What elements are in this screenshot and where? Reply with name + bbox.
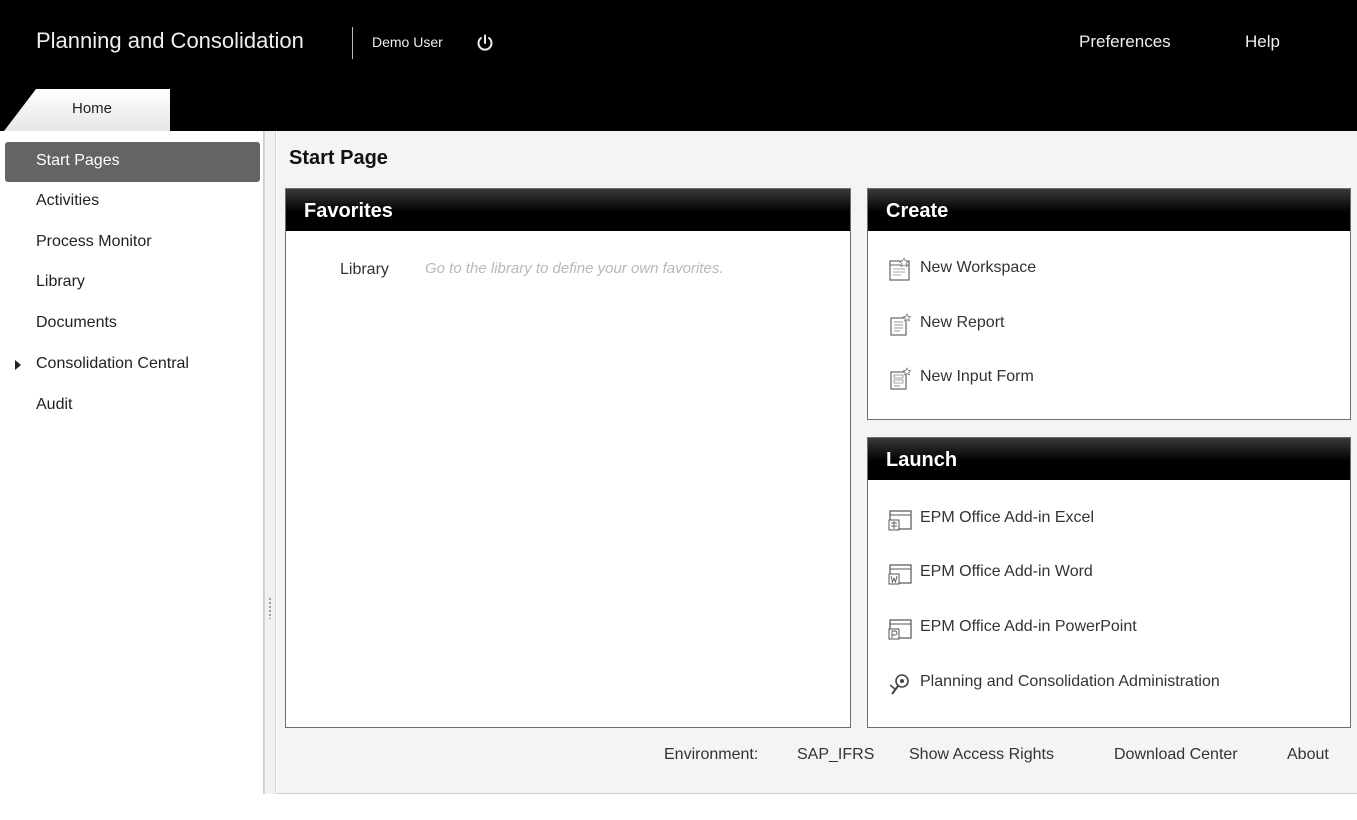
sidebar-item-label: Documents (36, 314, 117, 331)
title-divider (352, 27, 353, 59)
new-report-label: New Report (920, 314, 1005, 331)
new-workspace-label: New Workspace (920, 259, 1037, 276)
page-title: Start Page (289, 147, 388, 169)
power-icon[interactable] (475, 33, 495, 53)
sidebar-item-audit[interactable]: Audit (5, 386, 260, 426)
create-header: Create (868, 189, 1350, 231)
help-link[interactable]: Help (1245, 32, 1280, 52)
tab-home[interactable]: Home (4, 88, 170, 131)
splitter-grip-icon[interactable] (268, 597, 272, 619)
favorites-title: Favorites (304, 200, 393, 222)
sidebar-item-library[interactable]: Library (5, 263, 260, 303)
environment-value-link[interactable]: SAP_IFRS (797, 746, 874, 764)
word-addin-label: EPM Office Add-in Word (920, 563, 1093, 580)
sidebar-item-activities[interactable]: Activities (5, 182, 260, 222)
main-content: Start Page Favorites Library Go to the l… (277, 131, 1357, 794)
show-access-rights-link[interactable]: Show Access Rights (909, 746, 1054, 764)
sidebar-item-consolidation-central[interactable]: Consolidation Central (5, 345, 260, 385)
sidebar-item-start-pages[interactable]: Start Pages (5, 142, 260, 182)
sidebar-item-label: Audit (36, 396, 73, 413)
favorites-hint: Go to the library to define your own fav… (425, 260, 724, 277)
report-icon (887, 312, 913, 338)
powerpoint-addin-label: EPM Office Add-in PowerPoint (920, 618, 1137, 635)
workspace-icon (887, 257, 913, 283)
create-title: Create (886, 200, 949, 222)
expand-arrow-icon[interactable] (15, 360, 21, 370)
sidebar-item-label: Start Pages (36, 152, 120, 169)
word-addin-icon (887, 561, 913, 587)
sidebar: Start Pages Activities Process Monitor L… (0, 131, 264, 794)
create-panel: Create New Workspace New Report New Inpu… (867, 188, 1351, 420)
app-title: Planning and Consolidation (36, 28, 304, 53)
about-link[interactable]: About (1287, 746, 1329, 764)
administration-label: Planning and Consolidation Administratio… (920, 673, 1220, 690)
sidebar-item-process-monitor[interactable]: Process Monitor (5, 223, 260, 263)
preferences-link[interactable]: Preferences (1079, 32, 1171, 52)
favorites-panel: Favorites Library Go to the library to d… (285, 188, 851, 728)
launch-title: Launch (886, 449, 958, 471)
panel-splitter[interactable] (264, 131, 276, 794)
excel-addin-icon (887, 507, 913, 533)
download-center-link[interactable]: Download Center (1114, 746, 1238, 764)
new-input-form-label: New Input Form (920, 368, 1034, 385)
environment-label: Environment: (664, 746, 759, 763)
sidebar-item-label: Library (36, 273, 85, 290)
powerpoint-addin-icon (887, 616, 913, 642)
sidebar-item-label: Activities (36, 192, 100, 209)
user-name: Demo User (372, 34, 443, 50)
tab-home-label: Home (71, 100, 112, 117)
admin-icon (887, 671, 913, 697)
sidebar-item-label: Process Monitor (36, 233, 152, 250)
launch-header: Launch (868, 438, 1350, 480)
excel-addin-label: EPM Office Add-in Excel (920, 509, 1094, 526)
favorites-library-label: Library (340, 261, 389, 278)
sidebar-item-label: Consolidation Central (36, 355, 189, 372)
favorites-header: Favorites (286, 189, 850, 231)
launch-panel: Launch EPM Office Add-in Excel EPM Offic… (867, 437, 1351, 728)
input-form-icon (887, 366, 913, 392)
sidebar-item-documents[interactable]: Documents (5, 304, 260, 344)
top-header: Planning and Consolidation Demo User Pre… (0, 0, 1357, 131)
